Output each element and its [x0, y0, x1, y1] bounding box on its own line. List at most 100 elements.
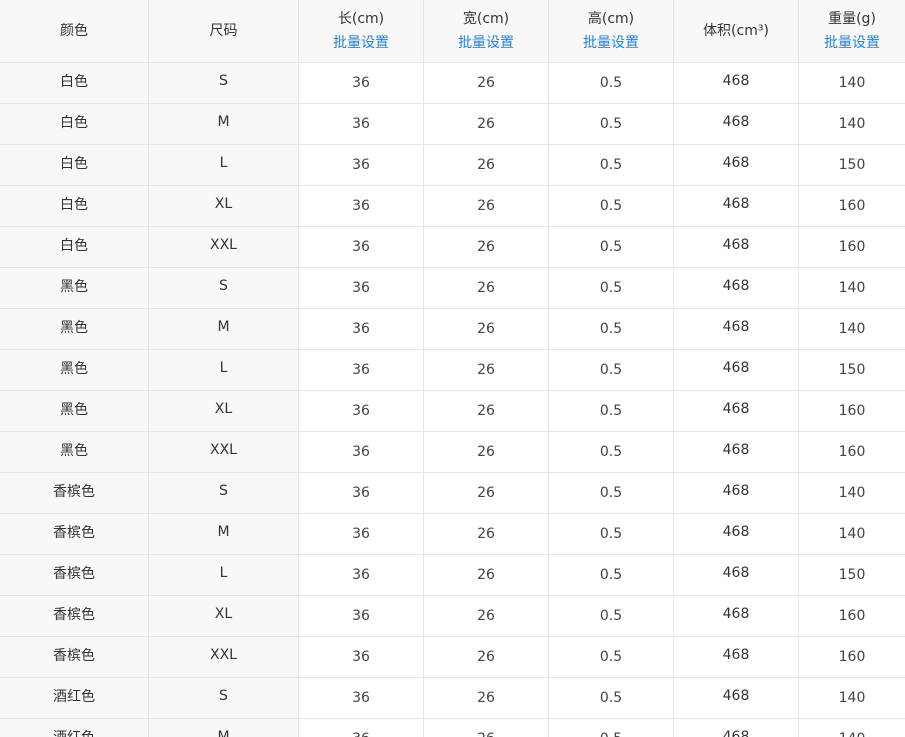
length-input[interactable]: 36	[299, 63, 424, 103]
weight-input[interactable]: 140	[799, 63, 905, 103]
weight-input[interactable]: 160	[799, 391, 905, 431]
width-input[interactable]: 26	[424, 473, 549, 513]
length-input[interactable]: 36	[299, 350, 424, 390]
table-row: 白色 L 36 26 0.5 468 150	[0, 145, 905, 186]
size-cell-value: XXL	[210, 647, 237, 663]
length-input[interactable]: 36	[299, 678, 424, 718]
length-input[interactable]: 36	[299, 104, 424, 144]
weight-input[interactable]: 140	[799, 678, 905, 718]
volume-cell: 468	[674, 678, 799, 718]
width-input[interactable]: 26	[424, 104, 549, 144]
weight-input[interactable]: 150	[799, 350, 905, 390]
weight-input-value: 140	[838, 280, 866, 296]
length-input[interactable]: 36	[299, 186, 424, 226]
size-cell-value: XXL	[210, 442, 237, 458]
width-input[interactable]: 26	[424, 186, 549, 226]
height-input[interactable]: 0.5	[549, 637, 674, 677]
color-cell: 白色	[0, 227, 149, 267]
length-input[interactable]: 36	[299, 555, 424, 595]
length-input[interactable]: 36	[299, 596, 424, 636]
height-input[interactable]: 0.5	[549, 678, 674, 718]
size-cell: XXL	[149, 227, 299, 267]
size-cell: M	[149, 104, 299, 144]
height-input[interactable]: 0.5	[549, 473, 674, 513]
width-input[interactable]: 26	[424, 637, 549, 677]
weight-input[interactable]: 160	[799, 186, 905, 226]
color-cell-value: 黑色	[60, 402, 88, 418]
batch-set-height-link[interactable]: 批量设置	[583, 33, 639, 53]
size-cell-value: S	[219, 73, 228, 89]
length-input[interactable]: 36	[299, 227, 424, 267]
color-cell-value: 香槟色	[53, 525, 95, 541]
height-input[interactable]: 0.5	[549, 186, 674, 226]
height-input[interactable]: 0.5	[549, 555, 674, 595]
length-input[interactable]: 36	[299, 637, 424, 677]
height-input[interactable]: 0.5	[549, 268, 674, 308]
height-input[interactable]: 0.5	[549, 309, 674, 349]
weight-input[interactable]: 160	[799, 432, 905, 472]
length-input[interactable]: 36	[299, 391, 424, 431]
height-input-value: 0.5	[599, 485, 623, 501]
batch-set-width-link[interactable]: 批量设置	[458, 33, 514, 53]
height-input[interactable]: 0.5	[549, 514, 674, 554]
height-input-value: 0.5	[599, 280, 623, 296]
volume-cell: 468	[674, 104, 799, 144]
weight-input[interactable]: 140	[799, 719, 905, 737]
width-input[interactable]: 26	[424, 555, 549, 595]
color-cell: 香槟色	[0, 637, 149, 677]
length-input[interactable]: 36	[299, 309, 424, 349]
width-input-value: 26	[477, 198, 495, 214]
batch-set-length-link[interactable]: 批量设置	[333, 33, 389, 53]
width-input[interactable]: 26	[424, 391, 549, 431]
width-input[interactable]: 26	[424, 719, 549, 737]
weight-input[interactable]: 160	[799, 596, 905, 636]
height-input[interactable]: 0.5	[549, 227, 674, 267]
height-input[interactable]: 0.5	[549, 63, 674, 103]
width-input[interactable]: 26	[424, 309, 549, 349]
volume-cell: 468	[674, 637, 799, 677]
weight-input[interactable]: 150	[799, 145, 905, 185]
width-input[interactable]: 26	[424, 145, 549, 185]
height-input[interactable]: 0.5	[549, 104, 674, 144]
width-input[interactable]: 26	[424, 514, 549, 554]
height-input[interactable]: 0.5	[549, 719, 674, 737]
header-weight-label: 重量(g)	[828, 11, 876, 27]
weight-input[interactable]: 140	[799, 309, 905, 349]
weight-input[interactable]: 140	[799, 104, 905, 144]
weight-input[interactable]: 160	[799, 637, 905, 677]
color-cell-value: 黑色	[60, 361, 88, 377]
header-volume: 体积(cm³)	[674, 0, 799, 62]
table-row: 黑色 XXL 36 26 0.5 468 160	[0, 432, 905, 473]
batch-set-weight-link[interactable]: 批量设置	[824, 33, 880, 53]
height-input[interactable]: 0.5	[549, 391, 674, 431]
width-input[interactable]: 26	[424, 678, 549, 718]
height-input[interactable]: 0.5	[549, 145, 674, 185]
height-input[interactable]: 0.5	[549, 596, 674, 636]
color-cell: 香槟色	[0, 596, 149, 636]
color-cell-value: 白色	[60, 115, 88, 131]
weight-input[interactable]: 140	[799, 514, 905, 554]
width-input[interactable]: 26	[424, 227, 549, 267]
width-input[interactable]: 26	[424, 432, 549, 472]
width-input[interactable]: 26	[424, 350, 549, 390]
weight-input[interactable]: 140	[799, 268, 905, 308]
weight-input[interactable]: 160	[799, 227, 905, 267]
width-input-value: 26	[477, 321, 495, 337]
height-input-value: 0.5	[599, 157, 623, 173]
width-input[interactable]: 26	[424, 268, 549, 308]
length-input[interactable]: 36	[299, 719, 424, 737]
length-input[interactable]: 36	[299, 473, 424, 513]
weight-input[interactable]: 140	[799, 473, 905, 513]
width-input[interactable]: 26	[424, 63, 549, 103]
height-input[interactable]: 0.5	[549, 432, 674, 472]
length-input[interactable]: 36	[299, 514, 424, 554]
width-input[interactable]: 26	[424, 596, 549, 636]
length-input[interactable]: 36	[299, 268, 424, 308]
size-cell-value: L	[219, 565, 228, 581]
length-input[interactable]: 36	[299, 432, 424, 472]
table-row: 黑色 M 36 26 0.5 468 140	[0, 309, 905, 350]
weight-input[interactable]: 150	[799, 555, 905, 595]
height-input[interactable]: 0.5	[549, 350, 674, 390]
width-input-value: 26	[477, 116, 495, 132]
length-input[interactable]: 36	[299, 145, 424, 185]
